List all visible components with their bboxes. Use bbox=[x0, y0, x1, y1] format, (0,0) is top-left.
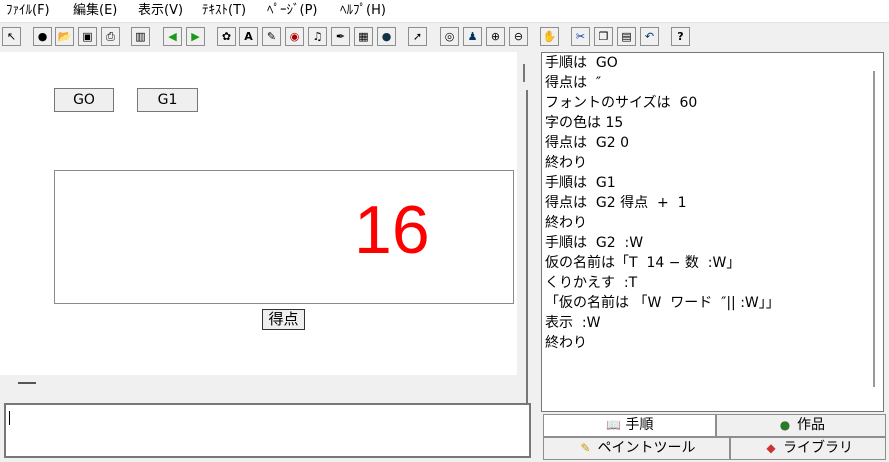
editor-line[interactable]: 手順は G2 :W bbox=[542, 233, 883, 253]
g1-button[interactable]: G1 bbox=[137, 88, 198, 112]
shape-icon[interactable]: ◉ bbox=[285, 27, 304, 46]
score-value: 16 bbox=[354, 192, 430, 268]
print-icon[interactable]: ⎙ bbox=[101, 27, 120, 46]
paste-icon[interactable]: ▤ bbox=[617, 27, 636, 46]
undo-icon[interactable]: ↶ bbox=[640, 27, 659, 46]
brush-icon[interactable]: ✎ bbox=[262, 27, 281, 46]
editor-line[interactable]: 仮の名前は「T 14 − 数 :W」 bbox=[542, 253, 883, 273]
tab-library[interactable]: ◆ ライブラリ bbox=[730, 437, 886, 460]
save-icon[interactable]: ▣ bbox=[78, 27, 97, 46]
go-button[interactable]: GO bbox=[54, 88, 114, 112]
editor-line[interactable]: くりかえす :T bbox=[542, 273, 883, 293]
tab-works[interactable]: ● 作品 bbox=[716, 414, 886, 437]
shapes-icon: ◆ bbox=[766, 441, 776, 455]
zoom-in-icon[interactable]: ⊕ bbox=[486, 27, 505, 46]
editor-line[interactable]: 手順は GO bbox=[542, 53, 883, 73]
tab-procedure[interactable]: 📖 手順 bbox=[543, 414, 716, 437]
scissors-icon[interactable]: ✂ bbox=[571, 27, 590, 46]
toolbar: ↖ ● 📂 ▣ ⎙ ▥ ◀ ▶ ✿ A ✎ ◉ ♫ ✒ ▦ ● ➚ ◎ ♟ ⊕ … bbox=[0, 25, 889, 49]
tab-works-label: 作品 bbox=[797, 417, 825, 433]
stamp-icon[interactable]: ♟ bbox=[463, 27, 482, 46]
camera-icon[interactable]: ▦ bbox=[354, 27, 373, 46]
copy-icon[interactable]: ❐ bbox=[594, 27, 613, 46]
pointer-small-icon[interactable]: ↖ bbox=[2, 27, 21, 46]
menu-view[interactable]: 表示(V) bbox=[136, 2, 185, 20]
editor-line[interactable]: 字の色は 15 bbox=[542, 113, 883, 133]
tab-paint-tool[interactable]: ✎ ペイントツール bbox=[543, 437, 730, 460]
editor-line[interactable]: 手順は G1 bbox=[542, 173, 883, 193]
page-layout-icon[interactable]: ▥ bbox=[131, 27, 150, 46]
select-arrow-icon[interactable]: ➚ bbox=[408, 27, 427, 46]
turtle-icon[interactable]: ✿ bbox=[217, 27, 236, 46]
editor-line[interactable]: 得点は ″ bbox=[542, 73, 883, 93]
sphere-icon[interactable]: ● bbox=[377, 27, 396, 46]
menu-page[interactable]: ﾍﾟｰｼﾞ(P) bbox=[265, 2, 319, 20]
menu-file[interactable]: ﾌｧｲﾙ(F) bbox=[4, 2, 52, 20]
stop-hand-icon[interactable]: ✋ bbox=[540, 27, 559, 46]
menu-text[interactable]: ﾃｷｽﾄ(T) bbox=[200, 2, 248, 20]
editor-line[interactable]: 終わり bbox=[542, 213, 883, 233]
message-input-box[interactable] bbox=[4, 403, 531, 458]
editor-scrollbar[interactable] bbox=[873, 71, 875, 387]
paintbrush-icon: ✎ bbox=[580, 441, 591, 455]
eye-icon[interactable]: ◎ bbox=[440, 27, 459, 46]
globe-icon: ● bbox=[779, 418, 791, 432]
tab-library-label: ライブラリ bbox=[783, 440, 853, 456]
zoom-out-icon[interactable]: ⊖ bbox=[509, 27, 528, 46]
menu-edit[interactable]: 編集(E) bbox=[71, 2, 119, 20]
arrow-right-icon[interactable]: ▶ bbox=[186, 27, 205, 46]
open-folder-icon[interactable]: 📂 bbox=[55, 27, 74, 46]
menu-bar: ﾌｧｲﾙ(F) 編集(E) 表示(V) ﾃｷｽﾄ(T) ﾍﾟｰｼﾞ(P) ﾍﾙﾌ… bbox=[0, 0, 889, 23]
score-button[interactable]: 得点 bbox=[262, 309, 305, 330]
book-icon: 📖 bbox=[606, 418, 621, 432]
separator-dash bbox=[18, 382, 36, 384]
text-a-icon[interactable]: A bbox=[239, 27, 258, 46]
canvas-divider bbox=[526, 90, 528, 408]
editor-line[interactable]: 終わり bbox=[542, 333, 883, 353]
tab-procedure-label: 手順 bbox=[625, 417, 654, 433]
editor-line[interactable]: 終わり bbox=[542, 153, 883, 173]
canvas-scroll-marker bbox=[523, 64, 525, 82]
editor-line[interactable]: 得点は G2 得点 + 1 bbox=[542, 193, 883, 213]
music-icon[interactable]: ♫ bbox=[308, 27, 327, 46]
globe-icon[interactable]: ● bbox=[33, 27, 52, 46]
arrow-left-icon[interactable]: ◀ bbox=[163, 27, 182, 46]
pen-icon[interactable]: ✒ bbox=[331, 27, 350, 46]
editor-line[interactable]: 表示 :W bbox=[542, 313, 883, 333]
menu-help[interactable]: ﾍﾙﾌﾟ(H) bbox=[338, 2, 388, 20]
help-icon[interactable]: ? bbox=[671, 27, 690, 46]
editor-line[interactable]: 「仮の名前は 「W ワード ″|| :W」」 bbox=[542, 293, 883, 313]
editor-line[interactable]: 得点は G2 0 bbox=[542, 133, 883, 153]
editor-line[interactable]: フォントのサイズは 60 bbox=[542, 93, 883, 113]
text-caret bbox=[9, 411, 10, 425]
editor-lines: 手順は GO 得点は ″ フォントのサイズは 60 字の色は 15 得点は G2 0 終わ… bbox=[542, 53, 883, 353]
procedure-editor[interactable]: 手順は GO 得点は ″ フォントのサイズは 60 字の色は 15 得点は G2 0 終わ… bbox=[541, 52, 884, 412]
tab-paint-tool-label: ペイントツール bbox=[597, 440, 696, 456]
